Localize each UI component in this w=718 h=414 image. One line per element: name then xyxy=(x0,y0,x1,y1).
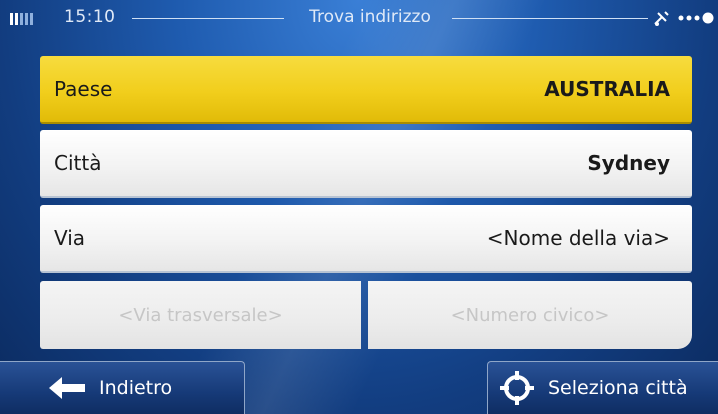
status-divider-right xyxy=(452,18,648,19)
back-button[interactable]: Indietro xyxy=(0,361,245,414)
back-arrow-icon xyxy=(49,377,85,399)
city-label: Città xyxy=(54,151,102,175)
cross-street-placeholder: <Via trasversale> xyxy=(118,304,283,326)
status-time: 15:10 xyxy=(64,7,116,27)
street-label: Via xyxy=(54,226,86,250)
house-number-placeholder: <Numero civico> xyxy=(450,304,610,326)
find-address-screen: 15:10 Trova indirizzo Paese AUSTRALIA Ci… xyxy=(0,0,718,414)
country-row[interactable]: Paese AUSTRALIA xyxy=(40,56,692,124)
select-city-label: Seleziona città xyxy=(548,377,688,399)
country-label: Paese xyxy=(54,77,113,101)
screen-title: Trova indirizzo xyxy=(309,7,431,27)
house-number-button: <Numero civico> xyxy=(368,281,692,349)
select-city-button[interactable]: Seleziona città xyxy=(487,361,718,414)
crosshair-icon xyxy=(500,371,534,405)
dots-icon xyxy=(678,12,714,24)
city-value: Sydney xyxy=(587,151,670,175)
bottom-bar: Indietro Seleziona città xyxy=(0,360,718,414)
cross-street-button: <Via trasversale> xyxy=(40,281,361,349)
signal-icon xyxy=(10,13,33,25)
street-value: <Nome della via> xyxy=(486,226,670,250)
status-bar: 15:10 Trova indirizzo xyxy=(0,0,718,40)
back-label: Indietro xyxy=(99,377,173,399)
street-row[interactable]: Via <Nome della via> xyxy=(40,205,692,273)
status-divider-left xyxy=(132,18,284,19)
country-value: AUSTRALIA xyxy=(544,77,670,101)
gps-icon xyxy=(654,11,669,26)
city-row[interactable]: Città Sydney xyxy=(40,130,692,198)
